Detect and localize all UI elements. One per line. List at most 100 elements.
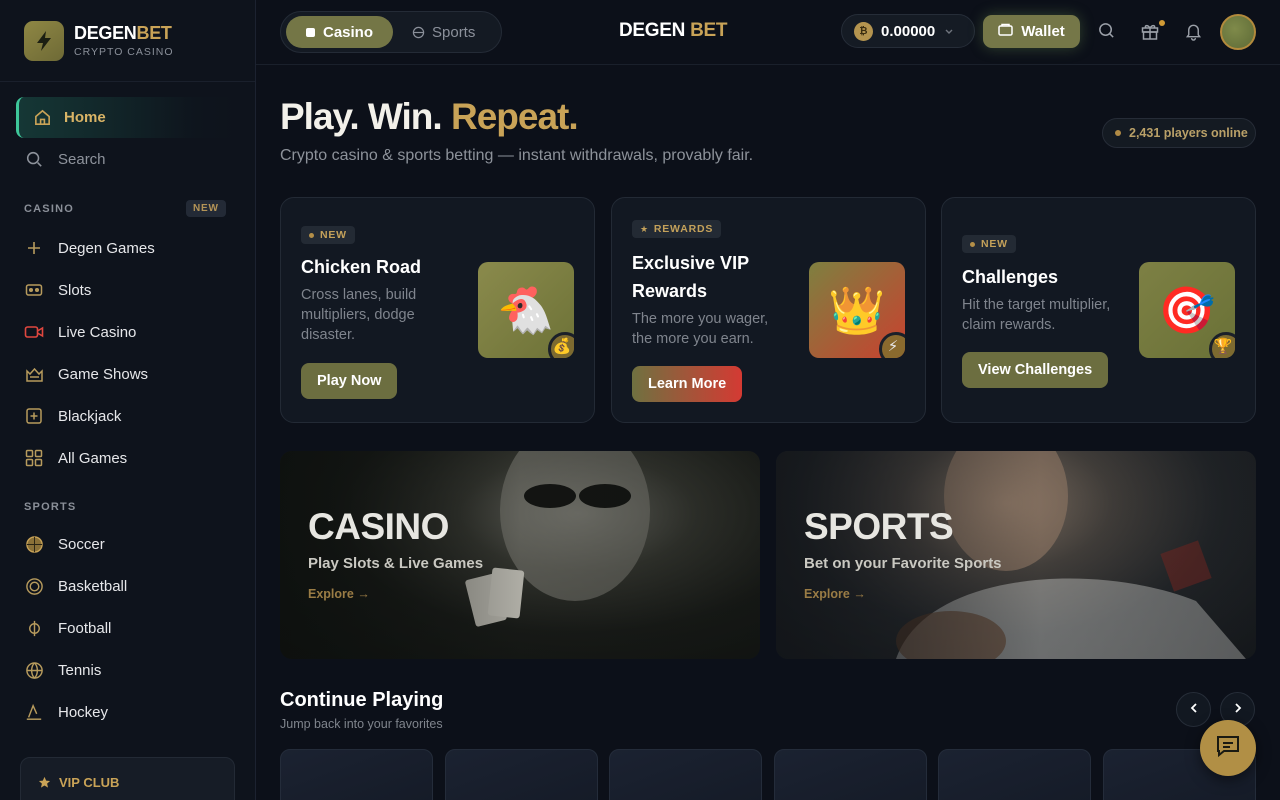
rewards-badge: ★ REWARDS (632, 220, 722, 238)
avatar[interactable] (1220, 14, 1256, 50)
sidebar-item-label: Soccer (58, 535, 105, 553)
continue-playing-title: Continue Playing (280, 689, 444, 711)
vip-club-card[interactable]: VIP CLUB (20, 757, 235, 800)
sidebar: DEGENBET CRYPTO CASINO Home Search CASIN… (0, 0, 256, 800)
sidebar-item-slots[interactable]: Slots (24, 277, 91, 303)
gift-notification-dot (1159, 20, 1165, 26)
tab-casino[interactable]: Casino (286, 16, 393, 48)
sidebar-item-basketball[interactable]: Basketball (24, 573, 127, 599)
play-now-button[interactable]: Play Now (301, 363, 398, 399)
section-label-casino: CASINO (24, 203, 74, 215)
football-icon (24, 618, 44, 638)
continue-playing-subtitle: Jump back into your favorites (280, 717, 443, 731)
sidebar-search[interactable]: Search (24, 146, 106, 172)
video-camera-icon (24, 322, 44, 342)
sidebar-item-label: Search (58, 150, 106, 168)
chat-button[interactable] (1200, 720, 1256, 776)
slot-machine-icon (24, 280, 44, 300)
crown-art-icon: 👑 ⚡ (809, 262, 905, 358)
bell-icon[interactable] (1184, 21, 1203, 46)
sidebar-item-blackjack[interactable]: Blackjack (24, 403, 121, 429)
sidebar-item-label: Home (64, 109, 106, 126)
casino-banner[interactable]: CASINO Play Slots & Live Games Explore → (280, 451, 760, 659)
soccer-ball-icon (24, 534, 44, 554)
promo-title: Exclusive VIP Rewards (632, 253, 749, 301)
sidebar-item-all-games[interactable]: All Games (24, 445, 127, 471)
search-icon[interactable] (1097, 21, 1116, 45)
gift-icon[interactable] (1140, 21, 1160, 46)
banner-title: CASINO (308, 506, 449, 547)
online-dot (1115, 130, 1121, 136)
game-thumbnail[interactable] (774, 749, 927, 800)
casino-sports-toggle: Casino Sports (280, 11, 502, 53)
players-online-badge: 2,431 players online (1102, 118, 1256, 148)
tab-casino-label: Casino (322, 23, 373, 41)
target-art-icon: 🎯 🏆 (1139, 262, 1235, 358)
sidebar-item-degen-games[interactable]: Degen Games (24, 235, 155, 261)
promo-description: Cross lanes, build multipliers, dodge di… (301, 287, 417, 343)
explore-link[interactable]: Explore → (308, 587, 370, 601)
card-plus-icon (24, 406, 44, 426)
sidebar-item-soccer[interactable]: Soccer (24, 531, 105, 557)
banner-subtitle: Play Slots & Live Games (308, 555, 484, 572)
promo-description: Hit the target multiplier, claim rewards… (962, 297, 1111, 333)
sidebar-item-label: Hockey (58, 703, 109, 721)
page-title: Play. Win. Repeat. (280, 96, 579, 137)
players-online-label: 2,431 players online (1129, 126, 1248, 140)
sidebar-item-football[interactable]: Football (24, 615, 111, 641)
sidebar-item-label: Degen Games (58, 239, 155, 257)
brand-subtitle: CRYPTO CASINO (74, 46, 174, 58)
tab-sports[interactable]: Sports (411, 16, 475, 48)
square-icon (305, 27, 315, 37)
bitcoin-icon: ₿ (854, 21, 873, 41)
banner-title: SPORTS (804, 506, 954, 547)
game-thumbnail[interactable] (280, 749, 433, 800)
game-thumbnail[interactable] (445, 749, 598, 800)
basketball-icon (24, 576, 44, 596)
sidebar-item-tennis[interactable]: Tennis (24, 657, 101, 683)
sidebar-item-label: Football (58, 619, 112, 637)
new-badge: NEW (962, 235, 1016, 253)
lightning-logo-icon (24, 20, 64, 61)
new-badge: NEW (301, 226, 355, 244)
sidebar-item-game-shows[interactable]: Game Shows (24, 361, 148, 387)
new-badge: NEW (186, 200, 226, 217)
promo-description: The more you wager, the more you earn. (632, 311, 769, 347)
explore-link[interactable]: Explore → (804, 587, 866, 601)
sidebar-item-label: Tennis (58, 661, 102, 679)
carousel-prev-button[interactable] (1176, 692, 1211, 727)
sidebar-item-label: Live Casino (58, 323, 137, 341)
chat-bubble-icon (1215, 734, 1241, 763)
home-icon (32, 108, 52, 128)
top-bar: Casino Sports DEGEN BET ₿ 0.00000 Wallet (256, 0, 1280, 65)
hockey-stick-icon (24, 702, 44, 722)
sidebar-item-label: Game Shows (58, 365, 149, 383)
sidebar-item-label: Slots (58, 281, 92, 299)
wallet-button[interactable]: Wallet (983, 15, 1080, 48)
page-subtitle: Crypto casino & sports betting — instant… (280, 147, 754, 164)
center-logo[interactable]: DEGEN BET (619, 20, 727, 42)
view-challenges-button[interactable]: View Challenges (962, 352, 1109, 388)
grid-icon (24, 448, 44, 468)
sidebar-item-home[interactable]: Home (16, 97, 236, 138)
tennis-ball-icon (24, 660, 44, 680)
chevron-down-icon (944, 22, 954, 40)
wallet-icon (998, 23, 1013, 41)
sports-banner[interactable]: SPORTS Bet on your Favorite Sports Explo… (776, 451, 1256, 659)
chevron-left-icon (1190, 701, 1198, 719)
sidebar-item-live-casino[interactable]: Live Casino (24, 319, 136, 345)
search-icon (24, 149, 44, 169)
promo-card-challenges: NEW Challenges Hit the target multiplier… (941, 197, 1256, 423)
chicken-art-icon: 🐔 💰 (478, 262, 574, 358)
wallet-label: Wallet (1021, 23, 1065, 40)
game-thumbnail[interactable] (609, 749, 762, 800)
promo-title: Challenges (962, 267, 1059, 287)
balance-amount: 0.00000 (881, 22, 936, 40)
brand[interactable]: DEGENBET CRYPTO CASINO (0, 0, 255, 82)
plus-icon (24, 238, 44, 258)
game-thumbnail[interactable] (938, 749, 1091, 800)
balance-selector[interactable]: ₿ 0.00000 (841, 14, 975, 48)
star-icon (37, 775, 51, 789)
learn-more-button[interactable]: Learn More (632, 366, 743, 402)
sidebar-item-hockey[interactable]: Hockey (24, 699, 108, 725)
